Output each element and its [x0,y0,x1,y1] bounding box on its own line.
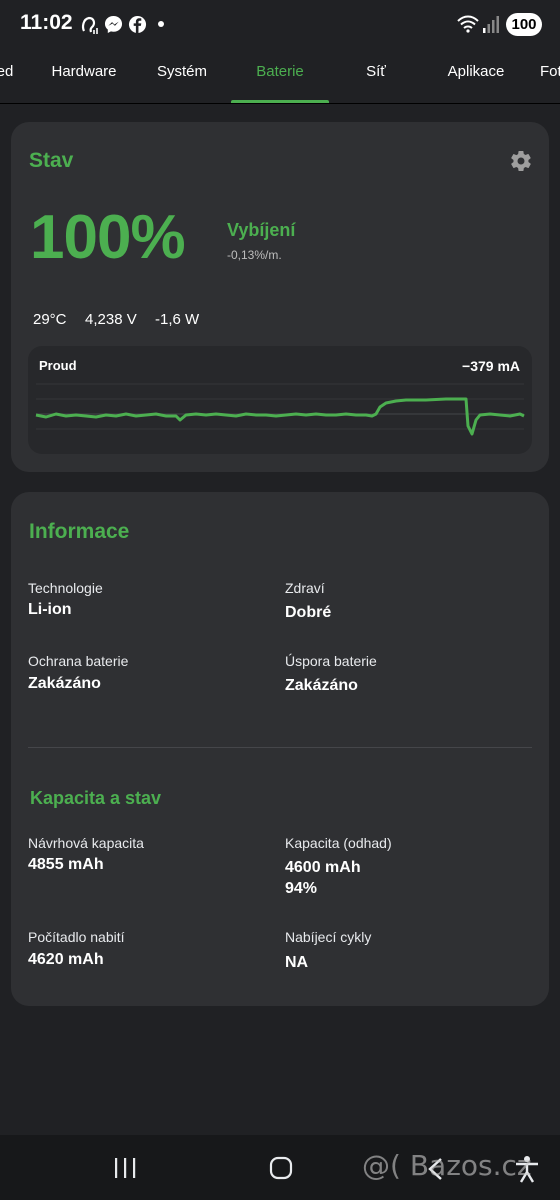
tab-hardware[interactable]: Hardware [38,50,130,103]
watermark: @( Bazos.cz [362,1149,532,1182]
system-nav-bar: @( Bazos.cz [0,1135,560,1200]
current-graph[interactable]: Proud −379 mA [28,346,532,454]
clock: 11:02 [20,11,73,34]
battery-state: Vybíjení [227,220,296,240]
messenger-icon [104,15,123,34]
recent-apps-button[interactable] [112,1157,138,1179]
battery-percent: 100% [30,203,186,272]
battery-protection-value: Zakázáno [28,675,101,692]
tab-battery[interactable]: Baterie [231,50,329,103]
tab-partial-left[interactable]: ed [0,50,15,103]
voltage-value: 4,238 V [85,311,137,328]
battery-saver-value: Zakázáno [285,677,358,694]
charge-counter-value: 4620 mAh [28,951,104,968]
status-card: Stav 100% Vybíjení -0,13%/m. 29°C 4,238 … [11,122,549,472]
battery-protection-label: Ochrana baterie [28,653,129,669]
status-bar: 11:02 100 [0,0,560,50]
wifi-icon [457,15,479,33]
health-label: Zdraví [285,580,325,596]
dot-icon [158,21,164,27]
signal-icon [483,16,499,33]
tab-system[interactable]: Systém [140,50,224,103]
charge-counter-label: Počítadlo nabití [28,929,125,945]
power-value: -1,6 W [155,311,200,328]
tab-apps[interactable]: Aplikace [432,50,520,103]
technology-value: Li-ion [28,601,72,618]
facebook-icon [128,15,147,34]
estimated-capacity-percent: 94% [285,880,318,897]
info-card-title: Informace [29,520,130,543]
current-graph-label: Proud [39,358,77,373]
design-capacity-value: 4855 mAh [28,856,104,873]
hearing-icon [81,16,98,34]
gear-icon[interactable] [509,149,533,173]
current-graph-value: −379 mA [462,358,520,374]
divider [28,747,532,748]
estimated-capacity-label: Kapacita (odhad) [285,835,392,851]
info-card: Informace Technologie Li-ion Zdraví Dobr… [11,492,549,1006]
home-button[interactable] [268,1155,294,1181]
temperature-value: 29°C [33,311,67,328]
active-tab-indicator [231,100,329,103]
status-card-title: Stav [29,149,74,172]
capacity-section-title: Kapacita a stav [30,788,162,808]
battery-level-badge: 100 [506,13,542,36]
design-capacity-label: Návrhová kapacita [28,835,144,851]
charge-cycles-value: NA [285,954,309,971]
health-value: Dobré [285,604,332,621]
current-graph-plot [35,383,525,436]
technology-label: Technologie [28,580,103,596]
battery-saver-label: Úspora baterie [285,653,377,669]
tab-network[interactable]: Síť [344,50,408,103]
tab-bar: ed Hardware Systém Baterie Síť Aplikace … [0,50,560,104]
charge-cycles-label: Nabíjecí cykly [285,929,372,945]
discharge-rate: -0,13%/m. [227,248,282,262]
estimated-capacity-value: 4600 mAh [285,859,361,876]
tab-partial-right[interactable]: Fot [540,50,560,103]
